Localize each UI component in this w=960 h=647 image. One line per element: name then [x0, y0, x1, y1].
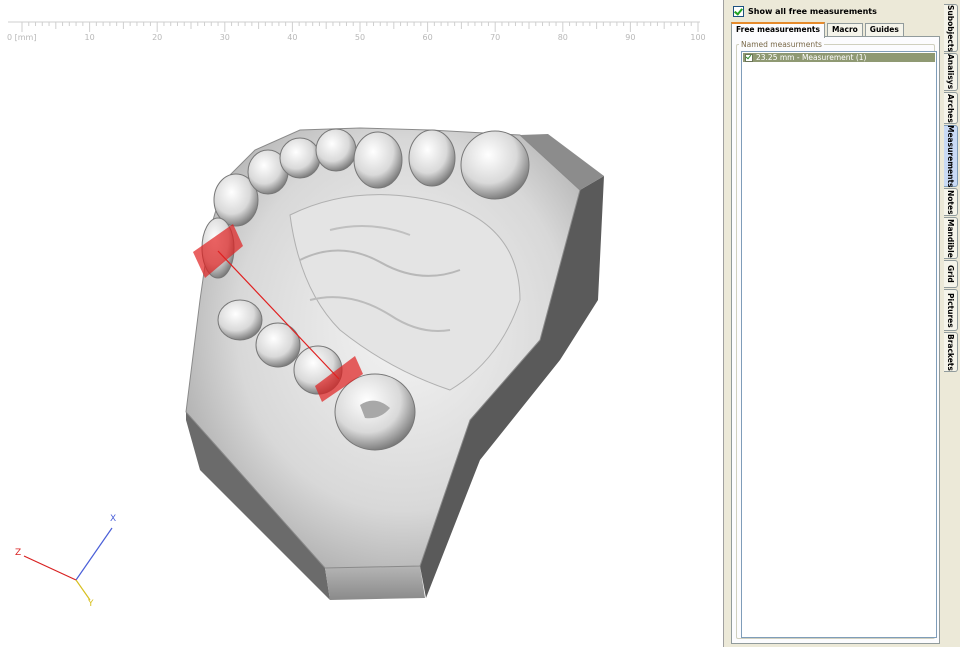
tab-macro[interactable]: Macro: [826, 23, 863, 36]
side-tab-label: Analisys: [946, 54, 955, 90]
side-tab-mandible[interactable]: Mandible: [944, 217, 958, 259]
side-tab-label: Subobjects: [946, 4, 955, 52]
show-all-checkbox[interactable]: [733, 6, 744, 17]
side-tab-label: Arches: [946, 93, 955, 123]
named-measurements-title: Named measurments: [739, 40, 824, 49]
tab-free-measurements[interactable]: Free measurements: [731, 22, 825, 38]
side-tab-analisys[interactable]: Analisys: [944, 53, 958, 91]
side-tab-label: Pictures: [946, 292, 955, 328]
tab-guides[interactable]: Guides: [864, 23, 904, 36]
free-measurements-page: Named measurments 23.25 mm - Measurement…: [731, 36, 940, 644]
axes-indicator: X Z Y: [15, 514, 116, 609]
side-tab-label: Notes: [946, 189, 955, 215]
side-tab-grid[interactable]: Grid: [944, 260, 958, 288]
side-tab-arches[interactable]: Arches: [944, 92, 958, 124]
measurement-label: 23.25 mm - Measurement (1): [756, 53, 867, 62]
side-tab-label: Brackets: [946, 333, 955, 371]
axis-x-label: X: [110, 514, 116, 524]
measurement-checkbox[interactable]: [745, 53, 753, 62]
side-tab-label: Grid: [946, 265, 955, 283]
side-tab-pictures[interactable]: Pictures: [944, 289, 958, 331]
measurement-tabs: Free measurements Macro Guides: [731, 22, 906, 38]
side-tab-brackets[interactable]: Brackets: [944, 332, 958, 372]
3d-viewport[interactable]: 0 [mm] 10 20 30 40 50 60 70 80 90 100 X …: [0, 0, 724, 647]
model-base-front-wall: [325, 566, 425, 600]
axis-y-label: Y: [87, 599, 94, 609]
side-tab-notes[interactable]: Notes: [944, 188, 958, 216]
show-all-measurements-toggle[interactable]: Show all free measurements: [733, 5, 877, 18]
side-tab-subobjects[interactable]: Subobjects: [944, 4, 958, 52]
show-all-label: Show all free measurements: [748, 7, 877, 16]
side-tabs: Subobjects Analisys Arches Measurements …: [943, 0, 960, 647]
side-tab-measurements[interactable]: Measurements: [944, 125, 958, 187]
list-item[interactable]: 23.25 mm - Measurement (1): [743, 53, 935, 62]
measurements-panel: Show all free measurements Free measurem…: [724, 0, 942, 647]
measurement-list[interactable]: 23.25 mm - Measurement (1): [741, 51, 937, 638]
side-tab-label: Measurements: [946, 124, 955, 188]
axis-z-label: Z: [15, 548, 21, 558]
side-tab-label: Mandible: [946, 218, 955, 258]
